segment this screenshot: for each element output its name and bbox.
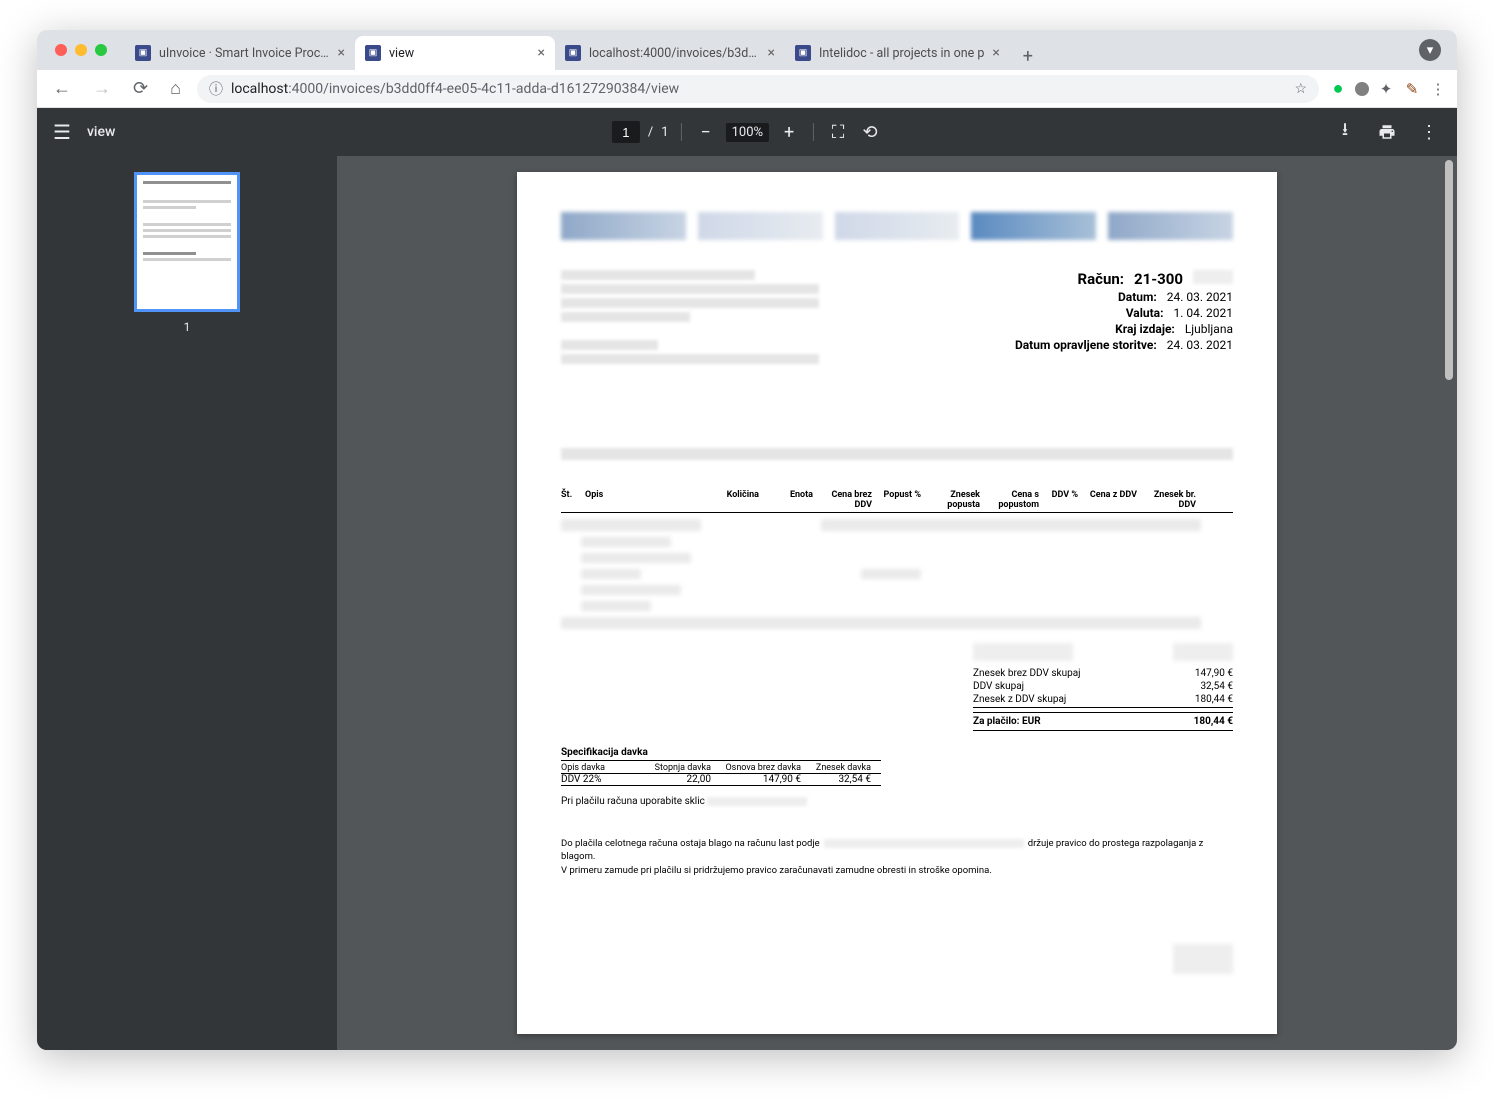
close-tab-icon[interactable]: ×	[538, 45, 545, 61]
tab-label: uInvoice · Smart Invoice Proces	[159, 46, 330, 61]
invoice-meta: Račun: 21-300 Datum: 24. 03. 2021 Valuta:…	[1015, 270, 1233, 368]
browser-tab-active[interactable]: ▣ view ×	[355, 36, 555, 70]
extension-icon[interactable]: ●	[1329, 80, 1347, 98]
scrollbar-thumb[interactable]	[1445, 160, 1453, 380]
bookmark-icon[interactable]: ☆	[1294, 81, 1307, 97]
chrome-menu-icon[interactable]: ⋮	[1429, 80, 1447, 98]
close-tab-icon[interactable]: ×	[992, 45, 999, 61]
total-value: 147,90 €	[1195, 668, 1233, 679]
favicon: ▣	[795, 45, 811, 61]
payment-reference-notice: Pri plačilu računa uporabite sklic	[561, 796, 1233, 807]
total-value: 180,44 €	[1195, 694, 1233, 705]
profile-icon[interactable]: ▾	[1419, 39, 1441, 61]
meta-label: Kraj izdaje:	[1115, 322, 1175, 336]
forward-button[interactable]: →	[87, 74, 117, 103]
page-separator: /	[648, 125, 653, 140]
extension-icon[interactable]	[1355, 82, 1369, 96]
meta-label: Valuta:	[1126, 306, 1164, 320]
meta-value: 24. 03. 2021	[1167, 338, 1233, 352]
browser-tab[interactable]: ▣ Intelidoc - all projects in one p ×	[785, 36, 1010, 70]
thumbnail-label: 1	[184, 320, 191, 334]
close-tab-icon[interactable]: ×	[768, 45, 775, 61]
zoom-out-button[interactable]: −	[694, 120, 718, 144]
download-icon[interactable]: ⭳	[1333, 120, 1357, 144]
pdf-page: Račun: 21-300 Datum: 24. 03. 2021 Valuta:…	[517, 172, 1277, 1034]
close-tab-icon[interactable]: ×	[338, 45, 345, 61]
favicon: ▣	[365, 45, 381, 61]
extension-icon[interactable]: ✎	[1403, 80, 1421, 98]
browser-toolbar: ← → ⟳ ⌂ ⓘ localhost:4000/invoices/b3dd0f…	[37, 70, 1457, 108]
invoice-number-label: Račun:	[1078, 270, 1125, 288]
meta-value: 24. 03. 2021	[1167, 290, 1233, 304]
pdf-toolbar: ☰ view / 1 − 100% + ⛶ ⟲ ⭳ ⋮	[37, 108, 1457, 156]
customer-address	[561, 270, 884, 368]
line-items-body	[561, 513, 1233, 633]
reload-button[interactable]: ⟳	[127, 74, 154, 103]
new-tab-button[interactable]: +	[1014, 42, 1042, 70]
favicon: ▣	[135, 45, 151, 61]
back-button[interactable]: ←	[47, 74, 77, 103]
browser-tab[interactable]: ▣ uInvoice · Smart Invoice Proces ×	[125, 36, 355, 70]
tab-label: view	[389, 46, 530, 61]
address-bar[interactable]: ⓘ localhost:4000/invoices/b3dd0ff4-ee05-…	[197, 75, 1319, 103]
browser-tab[interactable]: ▣ localhost:4000/invoices/b3dd0 ×	[555, 36, 785, 70]
tab-label: Intelidoc - all projects in one p	[819, 46, 984, 61]
thumbnail-panel: 1	[37, 156, 337, 1050]
total-label: Znesek brez DDV skupaj	[973, 668, 1081, 679]
minimize-window[interactable]	[75, 44, 87, 56]
grand-total-value: 180,44 €	[1194, 716, 1233, 727]
page-thumbnail[interactable]	[134, 172, 240, 312]
line-items-header: Št. Opis Količina Enota Cena brez DDV Po…	[561, 490, 1233, 513]
total-label: Znesek z DDV skupaj	[973, 694, 1066, 705]
tax-title: Specifikacija davka	[561, 747, 881, 761]
url-host: localhost	[231, 81, 288, 97]
tab-label: localhost:4000/invoices/b3dd0	[589, 46, 760, 61]
extensions-area: ● ✦ ✎ ⋮	[1329, 80, 1447, 98]
site-info-icon[interactable]: ⓘ	[209, 79, 223, 99]
page-scroll-area[interactable]: Račun: 21-300 Datum: 24. 03. 2021 Valuta:…	[337, 156, 1457, 1050]
window-controls	[45, 44, 117, 56]
extensions-icon[interactable]: ✦	[1377, 80, 1395, 98]
page-total: 1	[661, 125, 668, 140]
url-path: :4000/invoices/b3dd0ff4-ee05-4c11-adda-d…	[288, 81, 679, 97]
meta-value: 1. 04. 2021	[1174, 306, 1234, 320]
footer-text: Do plačila celotnega računa ostaja blago…	[561, 837, 1233, 877]
rotate-icon[interactable]: ⟲	[858, 120, 882, 144]
grand-total-label: Za plačilo: EUR	[973, 716, 1041, 727]
favicon: ▣	[565, 45, 581, 61]
print-icon[interactable]	[1375, 120, 1399, 144]
zoom-in-button[interactable]: +	[777, 120, 801, 144]
totals: Znesek brez DDV skupaj 147,90 € DDV skupa…	[561, 643, 1233, 731]
hamburger-icon[interactable]: ☰	[53, 120, 71, 144]
page-number-input[interactable]	[612, 121, 640, 143]
header-logos	[561, 212, 1233, 240]
document-title: view	[87, 124, 115, 140]
pdf-viewer: 1	[37, 156, 1457, 1050]
meta-label: Datum opravljene storitve:	[1015, 338, 1157, 352]
maximize-window[interactable]	[95, 44, 107, 56]
total-label: DDV skupaj	[973, 681, 1024, 692]
home-button[interactable]: ⌂	[164, 74, 187, 103]
more-menu-icon[interactable]: ⋮	[1417, 120, 1441, 144]
close-window[interactable]	[55, 44, 67, 56]
browser-tab-bar: ▣ uInvoice · Smart Invoice Proces × ▣ vi…	[37, 30, 1457, 70]
zoom-level[interactable]: 100%	[726, 123, 769, 142]
meta-value: Ljubljana	[1185, 322, 1233, 336]
signature-area	[1173, 944, 1233, 974]
invoice-number: 21-300	[1134, 270, 1183, 288]
meta-label: Datum:	[1118, 290, 1157, 304]
tax-specification: Specifikacija davka Opis davka Stopnja d…	[561, 747, 881, 786]
total-value: 32,54 €	[1200, 681, 1233, 692]
fit-page-icon[interactable]: ⛶	[826, 120, 850, 144]
scrollbar[interactable]	[1443, 156, 1455, 1050]
